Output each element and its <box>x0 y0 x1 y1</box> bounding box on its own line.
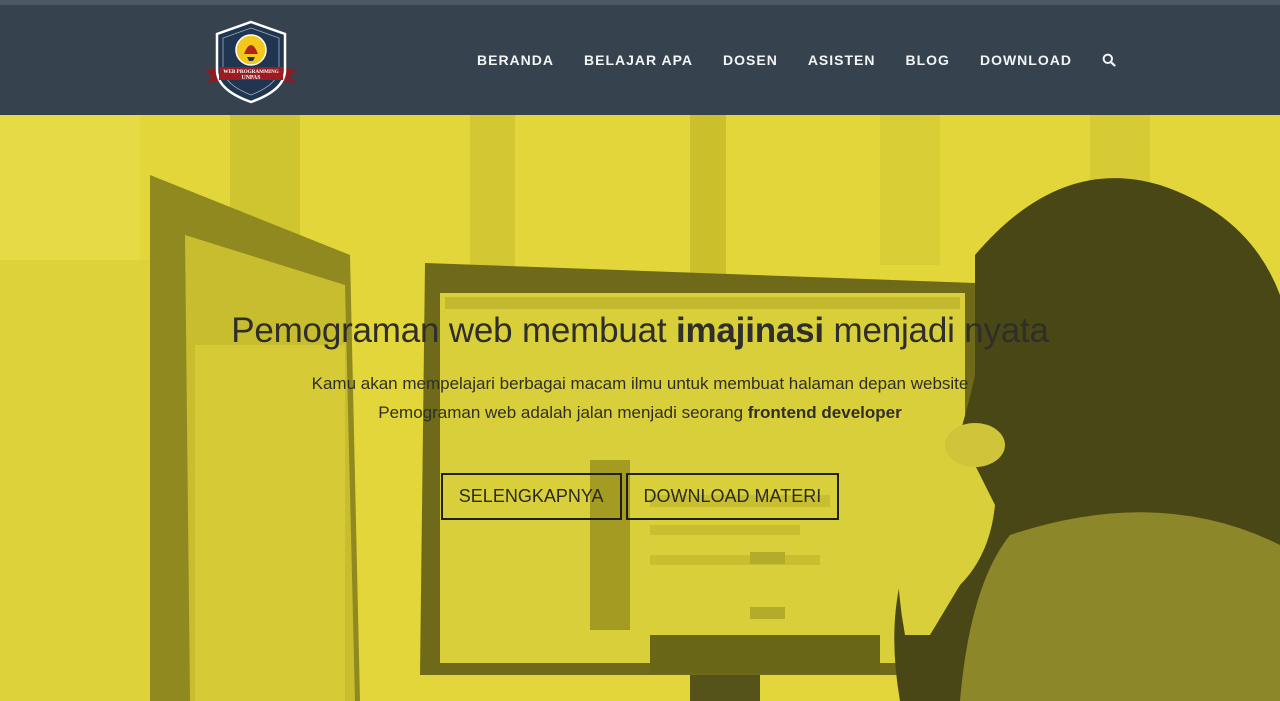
selengkapnya-button[interactable]: SELENGKAPNYA <box>440 473 622 520</box>
hero-subtitle: Kamu akan mempelajari berbagai macam ilm… <box>311 374 969 422</box>
hero-content: Pemograman web membuat imajinasi menjadi… <box>0 311 1280 520</box>
main-nav: BERANDA BELAJAR APA DOSEN ASISTEN BLOG D… <box>462 43 1131 77</box>
hero-headline-bold: imajinasi <box>675 311 824 350</box>
download-materi-button[interactable]: DOWNLOAD MATERI <box>625 473 840 520</box>
search-icon <box>1102 53 1116 67</box>
hero-headline: Pemograman web membuat imajinasi menjadi… <box>231 311 1049 350</box>
nav-item-download[interactable]: DOWNLOAD <box>965 52 1087 68</box>
hero-buttons: SELENGKAPNYA DOWNLOAD MATERI <box>0 473 1280 520</box>
nav-item-blog[interactable]: BLOG <box>891 52 965 68</box>
site-logo[interactable]: WEB PROGRAMMING UNPAS <box>203 20 299 104</box>
nav-item-beranda[interactable]: BERANDA <box>462 52 569 68</box>
site-header: WEB PROGRAMMING UNPAS BERANDA BELAJAR AP… <box>0 5 1280 115</box>
nav-item-asisten[interactable]: ASISTEN <box>793 52 891 68</box>
hero-section: Pemograman web membuat imajinasi menjadi… <box>0 115 1280 701</box>
nav-item-belajar-apa[interactable]: BELAJAR APA <box>569 52 708 68</box>
logo-text-line2: UNPAS <box>242 75 261 81</box>
hero-subtitle-bold: frontend developer <box>747 403 902 422</box>
hero-subtitle-line1: Kamu akan mempelajari berbagai macam ilm… <box>311 374 969 393</box>
logo-shield-icon: WEB PROGRAMMING UNPAS <box>205 20 297 104</box>
nav-item-dosen[interactable]: DOSEN <box>708 52 793 68</box>
search-button[interactable] <box>1087 53 1131 67</box>
